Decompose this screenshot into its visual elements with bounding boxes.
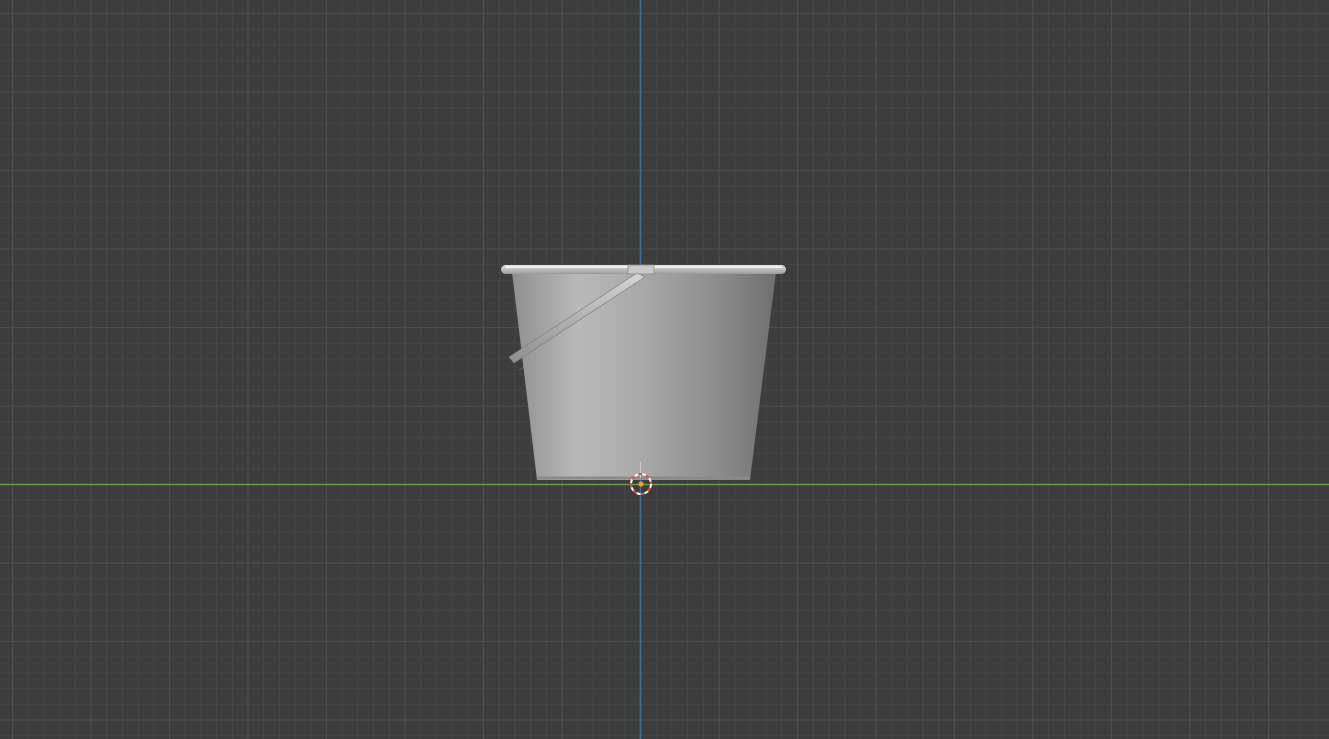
bucket-object[interactable] — [501, 264, 786, 480]
bucket-handle-lug — [627, 264, 655, 275]
bucket-body[interactable] — [512, 272, 776, 480]
viewport-canvas[interactable] — [0, 0, 1329, 739]
3d-viewport[interactable] — [0, 0, 1329, 739]
object-origin-dot — [638, 481, 644, 487]
